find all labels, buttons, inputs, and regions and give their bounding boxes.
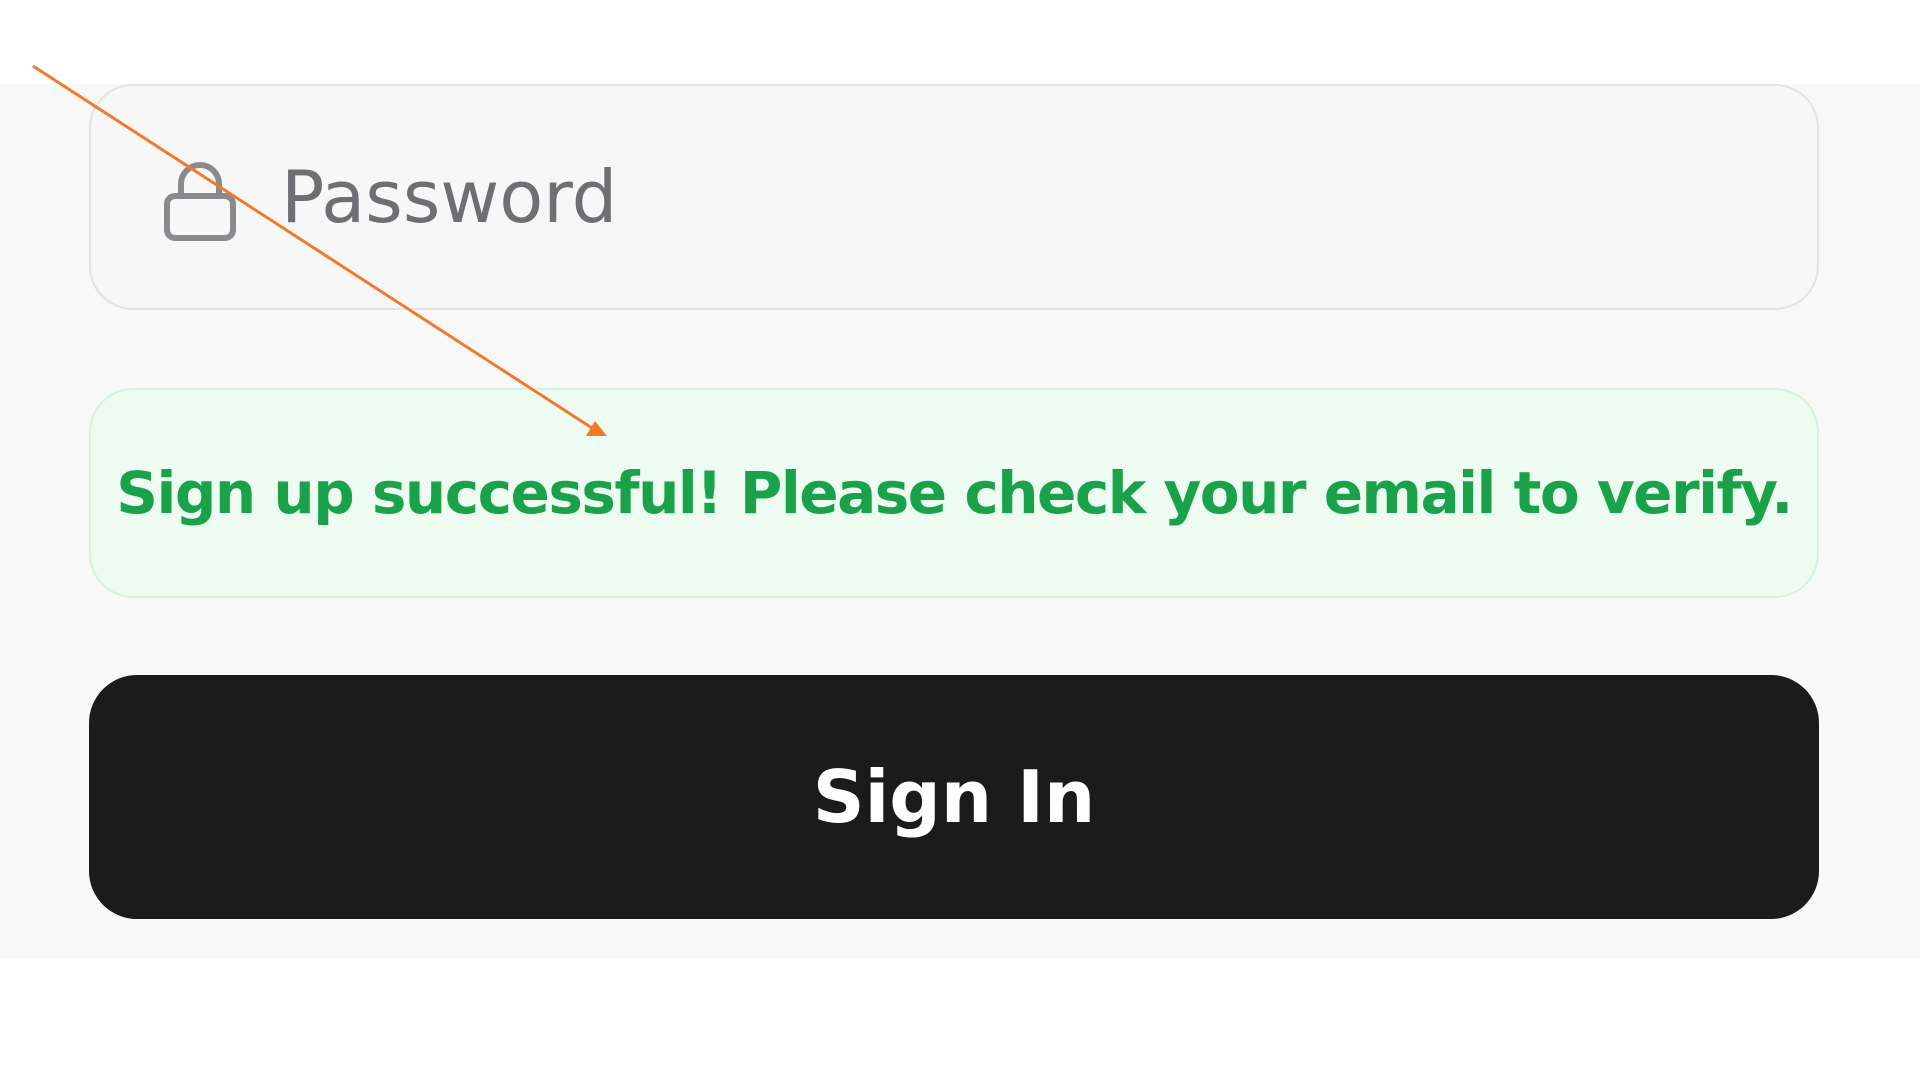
- sign-in-button[interactable]: Sign In: [89, 675, 1819, 919]
- sign-in-page: Sign up successful! Please check your em…: [0, 0, 1920, 1080]
- sign-in-label: Sign In: [812, 755, 1096, 839]
- success-alert: Sign up successful! Please check your em…: [89, 388, 1819, 598]
- password-input[interactable]: [281, 122, 1761, 272]
- success-message: Sign up successful! Please check your em…: [116, 459, 1793, 527]
- lock-icon: [163, 158, 237, 242]
- password-field[interactable]: [89, 84, 1819, 310]
